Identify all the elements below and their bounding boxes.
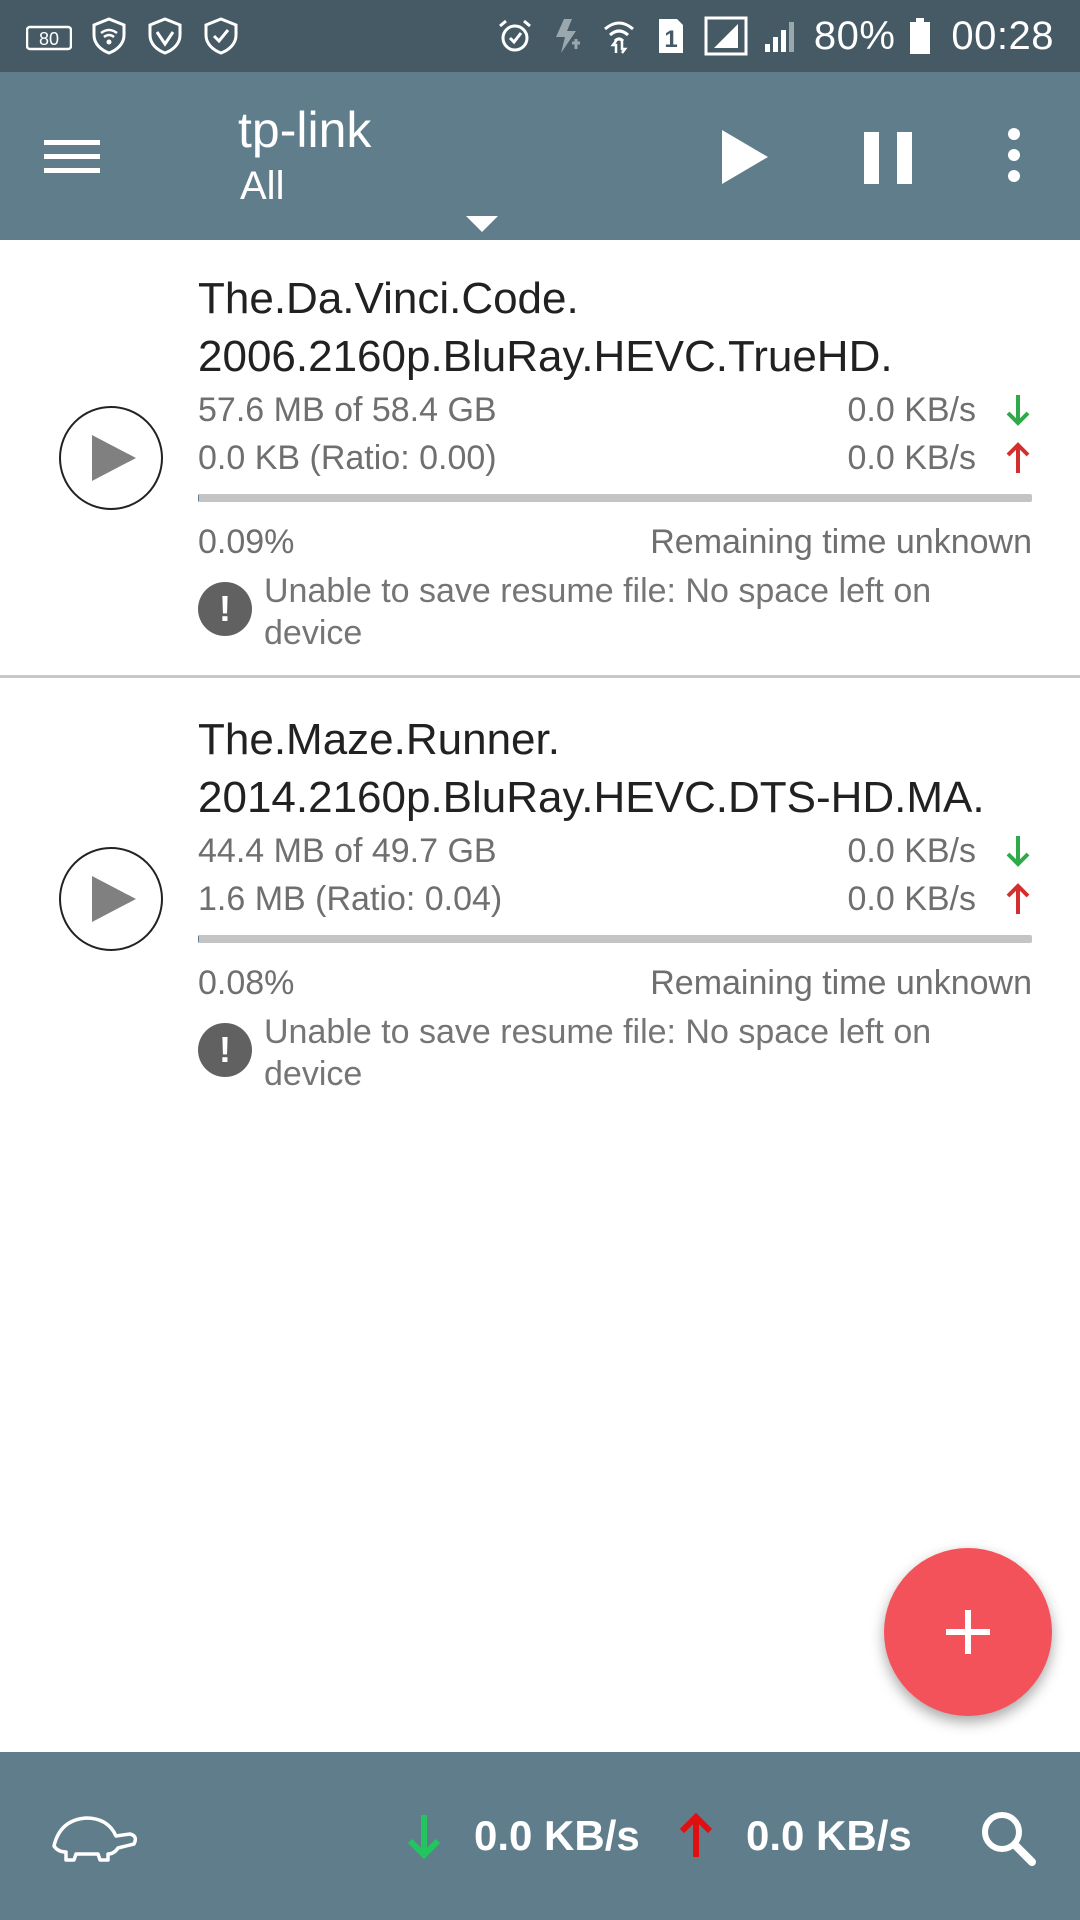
torrent-progress-percent: 0.08% <box>198 963 295 1002</box>
torrent-uploaded: 1.6 MB (Ratio: 0.04) <box>198 879 503 918</box>
torrent-name: The.Da.Vinci.Code. 2006.2160p.BluRay.HEV… <box>198 274 893 381</box>
torrent-remaining-time: Remaining time unknown <box>650 522 1032 561</box>
status-bar: 80 1 80% 00:28 <box>0 0 1080 72</box>
shield-icon <box>146 17 184 55</box>
torrent-upload-row: 0.0 KB (Ratio: 0.00) 0.0 KB/s <box>198 434 1032 482</box>
clock: 00:28 <box>951 13 1054 58</box>
pause-icon <box>864 132 912 184</box>
flash-off-icon <box>548 17 586 55</box>
resume-all-button[interactable] <box>718 126 772 188</box>
play-icon <box>92 435 136 481</box>
more-options-button[interactable] <box>996 124 1032 186</box>
alarm-icon <box>496 17 534 55</box>
screen: 80 1 80% 00:28 tp-link All The.Da.Vinci.… <box>0 0 1080 1920</box>
toolbar: tp-link All <box>0 72 1080 240</box>
torrent-upload-row: 1.6 MB (Ratio: 0.04) 0.0 KB/s <box>198 875 1032 923</box>
torrent-status-row: 0.08% Remaining time unknown <box>198 959 1032 1007</box>
torrent-error: ! Unable to save resume file: No space l… <box>198 1011 1032 1095</box>
turtle-icon <box>52 1816 138 1862</box>
torrent-upload-speed-group: 0.0 KB/s <box>847 880 1032 919</box>
torrent-progress-fill <box>198 494 199 502</box>
global-upload-speed-value: 0.0 KB/s <box>746 1812 912 1859</box>
torrent-download-row: 57.6 MB of 58.4 GB 0.0 KB/s <box>198 386 1032 434</box>
torrent-play-button[interactable] <box>59 406 163 510</box>
torrent-upload-speed: 0.0 KB/s <box>847 879 976 918</box>
battery-percent: 80% <box>813 13 896 58</box>
torrent-progress-fill <box>198 935 199 943</box>
plus-icon <box>946 1610 990 1654</box>
arrow-up-icon <box>1006 883 1030 914</box>
more-vert-icon <box>1008 128 1020 182</box>
torrent-name: The.Maze.Runner. 2014.2160p.BluRay.HEVC.… <box>198 715 985 822</box>
bottom-bar: 0.0 KB/s 0.0 KB/s <box>0 1752 1080 1920</box>
global-download-speed-value: 0.0 KB/s <box>474 1812 640 1859</box>
sim-label: 1 <box>664 26 677 53</box>
signal-icon-2 <box>762 17 800 55</box>
torrent-error: ! Unable to save resume file: No space l… <box>198 570 1032 654</box>
wifi-shield-icon <box>90 17 128 55</box>
torrent-remaining-time: Remaining time unknown <box>650 963 1032 1002</box>
toolbar-title[interactable]: tp-link <box>238 102 371 158</box>
menu-button[interactable] <box>40 124 104 188</box>
torrent-download-speed-group: 0.0 KB/s <box>847 832 1032 871</box>
torrent-status-row: 0.09% Remaining time unknown <box>198 518 1032 566</box>
global-download-speed: 0.0 KB/s <box>404 1804 640 1868</box>
play-icon <box>92 876 136 922</box>
arrow-down-icon <box>407 1815 441 1860</box>
global-upload-speed: 0.0 KB/s <box>676 1804 912 1868</box>
torrent-download-row: 44.4 MB of 49.7 GB 0.0 KB/s <box>198 827 1032 875</box>
torrent-downloaded: 57.6 MB of 58.4 GB <box>198 390 497 429</box>
menu-icon <box>44 140 100 173</box>
dropdown-icon <box>466 216 498 232</box>
search-icon <box>982 1812 1036 1866</box>
error-icon: ! <box>198 1023 252 1077</box>
shield-check-icon <box>202 17 240 55</box>
battery-icon <box>909 17 931 55</box>
status-left-icons: 80 <box>26 17 240 55</box>
torrent-uploaded: 0.0 KB (Ratio: 0.00) <box>198 438 497 477</box>
torrent-download-speed-group: 0.0 KB/s <box>847 391 1032 430</box>
torrent-download-speed: 0.0 KB/s <box>847 831 976 870</box>
arrow-up-icon <box>1006 442 1030 473</box>
torrent-play-button[interactable] <box>59 847 163 951</box>
torrent-progress-bar <box>198 494 1032 502</box>
pause-all-button[interactable] <box>862 130 914 186</box>
torrent-error-message: Unable to save resume file: No space lef… <box>264 1013 932 1093</box>
play-icon <box>722 130 768 184</box>
add-torrent-button[interactable] <box>884 1548 1052 1716</box>
torrent-progress-percent: 0.09% <box>198 522 295 561</box>
torrent-item[interactable]: The.Da.Vinci.Code. 2006.2160p.BluRay.HEV… <box>0 240 1080 678</box>
torrent-error-message: Unable to save resume file: No space lef… <box>264 572 932 652</box>
error-icon: ! <box>198 582 252 636</box>
torrent-upload-speed-group: 0.0 KB/s <box>847 439 1032 478</box>
toolbar-subtitle[interactable]: All <box>240 164 284 208</box>
torrent-download-speed: 0.0 KB/s <box>847 390 976 429</box>
wifi-icon <box>600 17 638 55</box>
sim-1-icon: 1 <box>652 17 690 55</box>
signal-icon <box>704 16 748 56</box>
arrow-up-icon <box>679 1812 713 1857</box>
arrow-down-icon <box>1006 395 1030 426</box>
torrent-progress-bar <box>198 935 1032 943</box>
filter-dropdown-button[interactable] <box>462 212 502 236</box>
hd-voice-label: 80 <box>39 29 59 49</box>
alt-speed-button[interactable] <box>48 1806 140 1866</box>
search-button[interactable] <box>978 1808 1036 1866</box>
torrent-upload-speed: 0.0 KB/s <box>847 438 976 477</box>
hd-voice-icon: 80 <box>26 17 72 55</box>
status-right-icons: 1 80% 00:28 <box>496 14 1054 59</box>
torrent-downloaded: 44.4 MB of 49.7 GB <box>198 831 497 870</box>
torrent-item[interactable]: The.Maze.Runner. 2014.2160p.BluRay.HEVC.… <box>0 681 1080 1119</box>
arrow-down-icon <box>1006 836 1030 867</box>
